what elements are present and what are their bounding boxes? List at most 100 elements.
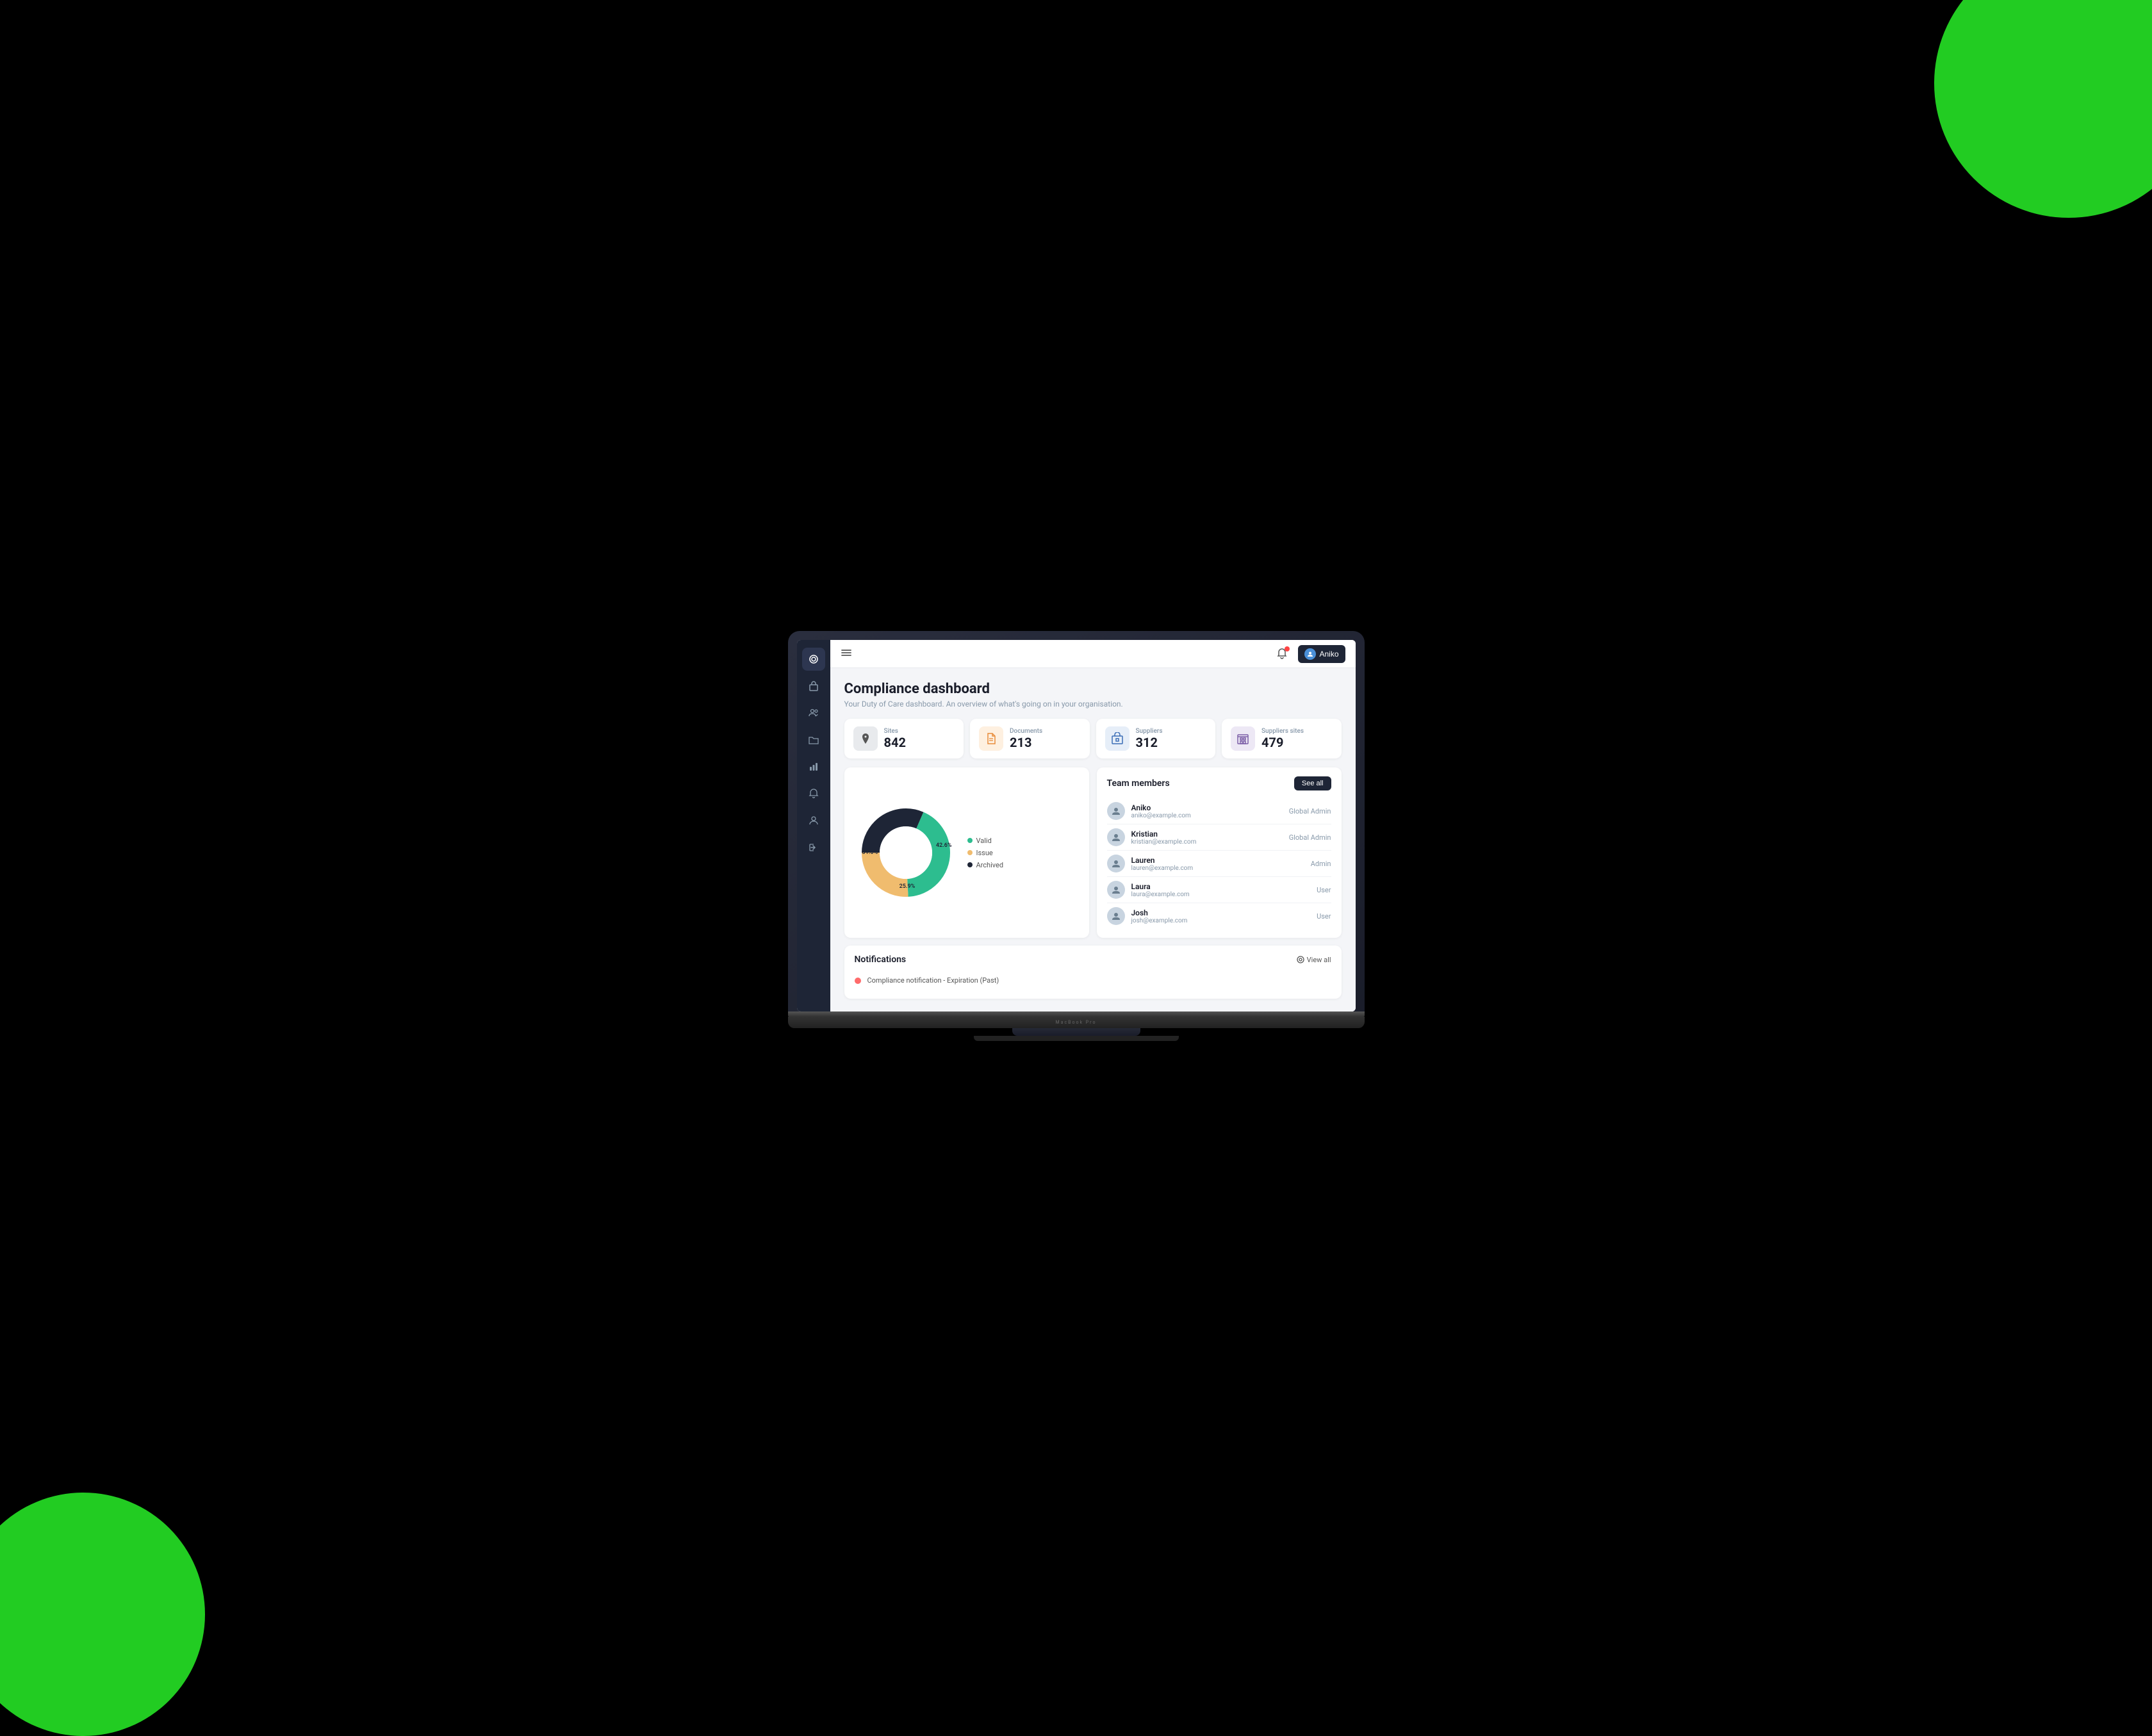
suppliers-value: 312 (1136, 735, 1163, 750)
laptop-container: Aniko Compliance dashboard Your Duty of … (788, 631, 1365, 1041)
laptop-base-panel: MacBook Pro (788, 1017, 1365, 1028)
page-content: Compliance dashboard Your Duty of Care d… (830, 668, 1356, 1011)
sidebar-item-profile[interactable] (802, 809, 825, 832)
notifications-title: Notifications (855, 954, 907, 965)
sidebar-item-folder[interactable] (802, 728, 825, 751)
legend-dot-archived (967, 862, 973, 867)
laptop-bottom: MacBook Pro (788, 1011, 1365, 1041)
legend-archived-label: Archived (976, 861, 1004, 869)
team-member-row: Kristian kristian@example.com Global Adm… (1107, 824, 1331, 851)
member-info-josh: Josh josh@example.com (1131, 908, 1317, 924)
member-email: josh@example.com (1131, 917, 1317, 924)
laptop-foot (974, 1036, 1179, 1041)
member-email: lauren@example.com (1131, 865, 1311, 872)
member-info-aniko: Aniko aniko@example.com (1131, 803, 1289, 819)
main-content: Aniko Compliance dashboard Your Duty of … (830, 640, 1356, 1011)
member-avatar-laura (1107, 881, 1125, 899)
member-email: kristian@example.com (1131, 839, 1289, 846)
member-role: User (1317, 912, 1331, 921)
documents-info: Documents 213 (1010, 728, 1042, 750)
stat-card-sites: Sites 842 (844, 719, 964, 758)
sites-icon-box (853, 726, 878, 751)
team-title: Team members (1107, 778, 1170, 789)
laptop-hinge (788, 1011, 1365, 1017)
chart-legend: Valid Issue Archived (967, 837, 1004, 869)
chart-card: 31.5% 42.6% 25.9% Valid (844, 767, 1089, 938)
page-title: Compliance dashboard (844, 681, 1342, 697)
member-avatar-kristian (1107, 828, 1125, 846)
member-info-kristian: Kristian kristian@example.com (1131, 830, 1289, 846)
supplier-sites-icon-box (1231, 726, 1255, 751)
screen-inner: Aniko Compliance dashboard Your Duty of … (797, 640, 1356, 1011)
chart-label-archived: 31.5% (862, 849, 878, 856)
sidebar-item-logout[interactable] (802, 836, 825, 859)
legend-archived: Archived (967, 861, 1004, 869)
user-menu-button[interactable]: Aniko (1298, 645, 1345, 663)
member-name: Kristian (1131, 830, 1289, 839)
notification-badge (1285, 646, 1290, 651)
member-role: Admin (1311, 860, 1331, 868)
sidebar-item-chart[interactable] (802, 755, 825, 778)
team-member-row: Lauren lauren@example.com Admin (1107, 851, 1331, 877)
bg-circle-bottom-left (0, 1493, 205, 1736)
member-info-laura: Laura laura@example.com (1131, 882, 1317, 898)
topbar: Aniko (830, 640, 1356, 668)
view-all-label: View all (1307, 956, 1331, 964)
topbar-left (841, 647, 852, 661)
chart-label-issue: 25.9% (899, 883, 916, 890)
documents-label: Documents (1010, 728, 1042, 735)
member-role: Global Admin (1289, 807, 1331, 815)
stat-card-supplier-sites: Suppliers sites 479 (1222, 719, 1342, 758)
sidebar-item-dashboard[interactable] (802, 648, 825, 671)
sites-info: Sites 842 (884, 728, 906, 750)
notification-button[interactable] (1272, 644, 1292, 664)
laptop-brand: MacBook Pro (1056, 1020, 1097, 1025)
bg-circle-top-right (1934, 0, 2152, 218)
team-header: Team members See all (1107, 776, 1331, 790)
view-all-link[interactable]: View all (1297, 956, 1331, 964)
laptop-screen: Aniko Compliance dashboard Your Duty of … (788, 631, 1365, 1011)
sites-value: 842 (884, 735, 906, 750)
team-member-row: Laura laura@example.com User (1107, 877, 1331, 903)
stat-card-documents: Documents 213 (970, 719, 1090, 758)
member-info-lauren: Lauren lauren@example.com (1131, 856, 1311, 872)
laptop-stand (1012, 1028, 1140, 1036)
member-avatar-josh (1107, 907, 1125, 925)
team-member-row: Josh josh@example.com User (1107, 903, 1331, 929)
sites-label: Sites (884, 728, 906, 735)
legend-issue-label: Issue (976, 849, 993, 857)
member-email: laura@example.com (1131, 891, 1317, 898)
sidebar-item-building[interactable] (802, 675, 825, 698)
legend-issue: Issue (967, 849, 1004, 857)
notification-dot (855, 978, 861, 984)
sidebar (797, 640, 830, 1011)
bottom-row: 31.5% 42.6% 25.9% Valid (844, 767, 1342, 938)
member-role: User (1317, 886, 1331, 894)
member-role: Global Admin (1289, 833, 1331, 842)
team-member-row: Aniko aniko@example.com Global Admin (1107, 798, 1331, 824)
see-all-button[interactable]: See all (1294, 776, 1331, 790)
chart-label-valid: 42.6% (936, 842, 952, 849)
notification-item: Compliance notification - Expiration (Pa… (855, 971, 1331, 990)
legend-valid: Valid (967, 837, 1004, 845)
supplier-sites-info: Suppliers sites 479 (1261, 728, 1304, 750)
suppliers-info: Suppliers 312 (1136, 728, 1163, 750)
page-subtitle: Your Duty of Care dashboard. An overview… (844, 700, 1342, 708)
suppliers-icon-box (1105, 726, 1129, 751)
user-name-label: Aniko (1319, 650, 1338, 659)
sidebar-item-bell[interactable] (802, 782, 825, 805)
hamburger-menu-button[interactable] (841, 647, 852, 661)
stat-card-suppliers: Suppliers 312 (1096, 719, 1216, 758)
notifications-section: Notifications View all Comp (844, 946, 1342, 999)
member-email: aniko@example.com (1131, 812, 1289, 819)
member-name: Laura (1131, 882, 1317, 891)
legend-dot-valid (967, 838, 973, 843)
legend-dot-issue (967, 850, 973, 855)
member-avatar-lauren (1107, 855, 1125, 872)
notification-text: Compliance notification - Expiration (Pa… (867, 976, 999, 985)
user-avatar (1304, 648, 1316, 660)
sidebar-item-users[interactable] (802, 701, 825, 725)
supplier-sites-value: 479 (1261, 735, 1304, 750)
stats-row: Sites 842 (844, 719, 1342, 758)
documents-icon-box (979, 726, 1003, 751)
